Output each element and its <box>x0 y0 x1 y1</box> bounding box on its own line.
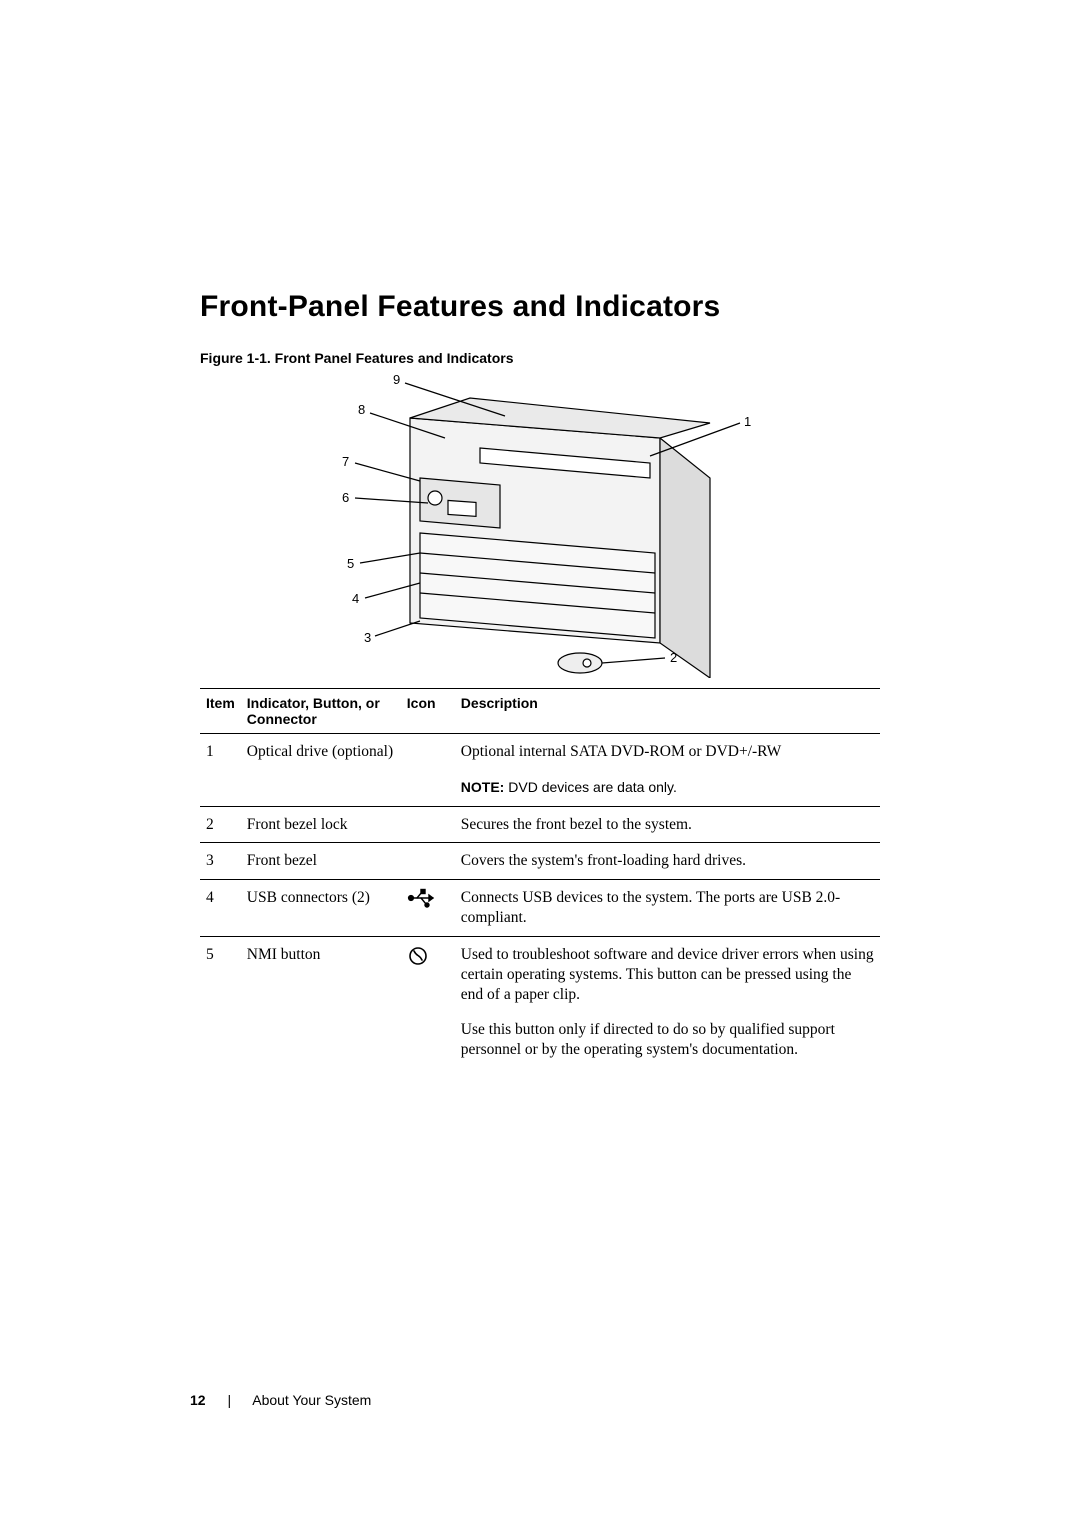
nmi-icon <box>401 936 455 1012</box>
table-row-note: NOTE: DVD devices are data only. <box>200 770 880 806</box>
table-row: 5 NMI button Used to troubleshoot softwa… <box>200 936 880 1012</box>
front-panel-illustration <box>270 378 810 678</box>
table-row: 2 Front bezel lock Secures the front bez… <box>200 806 880 843</box>
cell-item: 3 <box>200 843 241 880</box>
cell-indicator: Optical drive (optional) <box>241 734 401 770</box>
callout-1: 1 <box>744 414 751 429</box>
cell-item: 1 <box>200 734 241 770</box>
cell-item: 4 <box>200 880 241 937</box>
page-number: 12 <box>190 1392 206 1408</box>
footer-section: About Your System <box>252 1392 371 1408</box>
table-row: 4 USB connectors (2) <box>200 880 880 937</box>
cell-description: Used to troubleshoot software and device… <box>455 936 880 1012</box>
cell-description: Covers the system's front-loading hard d… <box>455 843 880 880</box>
cell-icon <box>401 734 455 770</box>
callout-8: 8 <box>358 402 365 417</box>
th-description: Description <box>455 689 880 734</box>
callout-4: 4 <box>352 591 359 606</box>
th-indicator: Indicator, Button, or Connector <box>241 689 401 734</box>
table-row: 1 Optical drive (optional) Optional inte… <box>200 734 880 770</box>
callout-3: 3 <box>364 630 371 645</box>
cell-item: 2 <box>200 806 241 843</box>
figure-caption: Figure 1-1. Front Panel Features and Ind… <box>200 350 880 366</box>
note-text: DVD devices are data only. <box>504 779 677 795</box>
cell-description-extra: Use this button only if directed to do s… <box>455 1012 880 1068</box>
cell-icon <box>401 806 455 843</box>
callout-5: 5 <box>347 556 354 571</box>
usb-icon <box>401 880 455 937</box>
cell-description: Optional internal SATA DVD-ROM or DVD+/-… <box>455 734 880 770</box>
cell-indicator: USB connectors (2) <box>241 880 401 937</box>
callout-9: 9 <box>393 372 400 387</box>
document-page: Front-Panel Features and Indicators Figu… <box>0 0 1080 1528</box>
cell-note: NOTE: DVD devices are data only. <box>455 770 880 806</box>
indicators-table: Item Indicator, Button, or Connector Ico… <box>200 688 880 1068</box>
page-footer: 12 | About Your System <box>190 1392 371 1408</box>
cell-item: 5 <box>200 936 241 1012</box>
callout-6: 6 <box>342 490 349 505</box>
cell-indicator: Front bezel lock <box>241 806 401 843</box>
table-row-extra: Use this button only if directed to do s… <box>200 1012 880 1068</box>
th-icon: Icon <box>401 689 455 734</box>
front-panel-figure: 1 2 3 4 5 6 7 8 9 <box>270 378 810 678</box>
table-row: 3 Front bezel Covers the system's front-… <box>200 843 880 880</box>
cell-description: Secures the front bezel to the system. <box>455 806 880 843</box>
cell-description: Connects USB devices to the system. The … <box>455 880 880 937</box>
cell-indicator: Front bezel <box>241 843 401 880</box>
note-label: NOTE: <box>461 779 505 795</box>
callout-7: 7 <box>342 454 349 469</box>
callout-2: 2 <box>670 650 677 665</box>
cell-indicator: NMI button <box>241 936 401 1012</box>
section-heading: Front-Panel Features and Indicators <box>200 290 880 324</box>
footer-separator: | <box>227 1392 231 1408</box>
th-item: Item <box>200 689 241 734</box>
cell-icon <box>401 843 455 880</box>
